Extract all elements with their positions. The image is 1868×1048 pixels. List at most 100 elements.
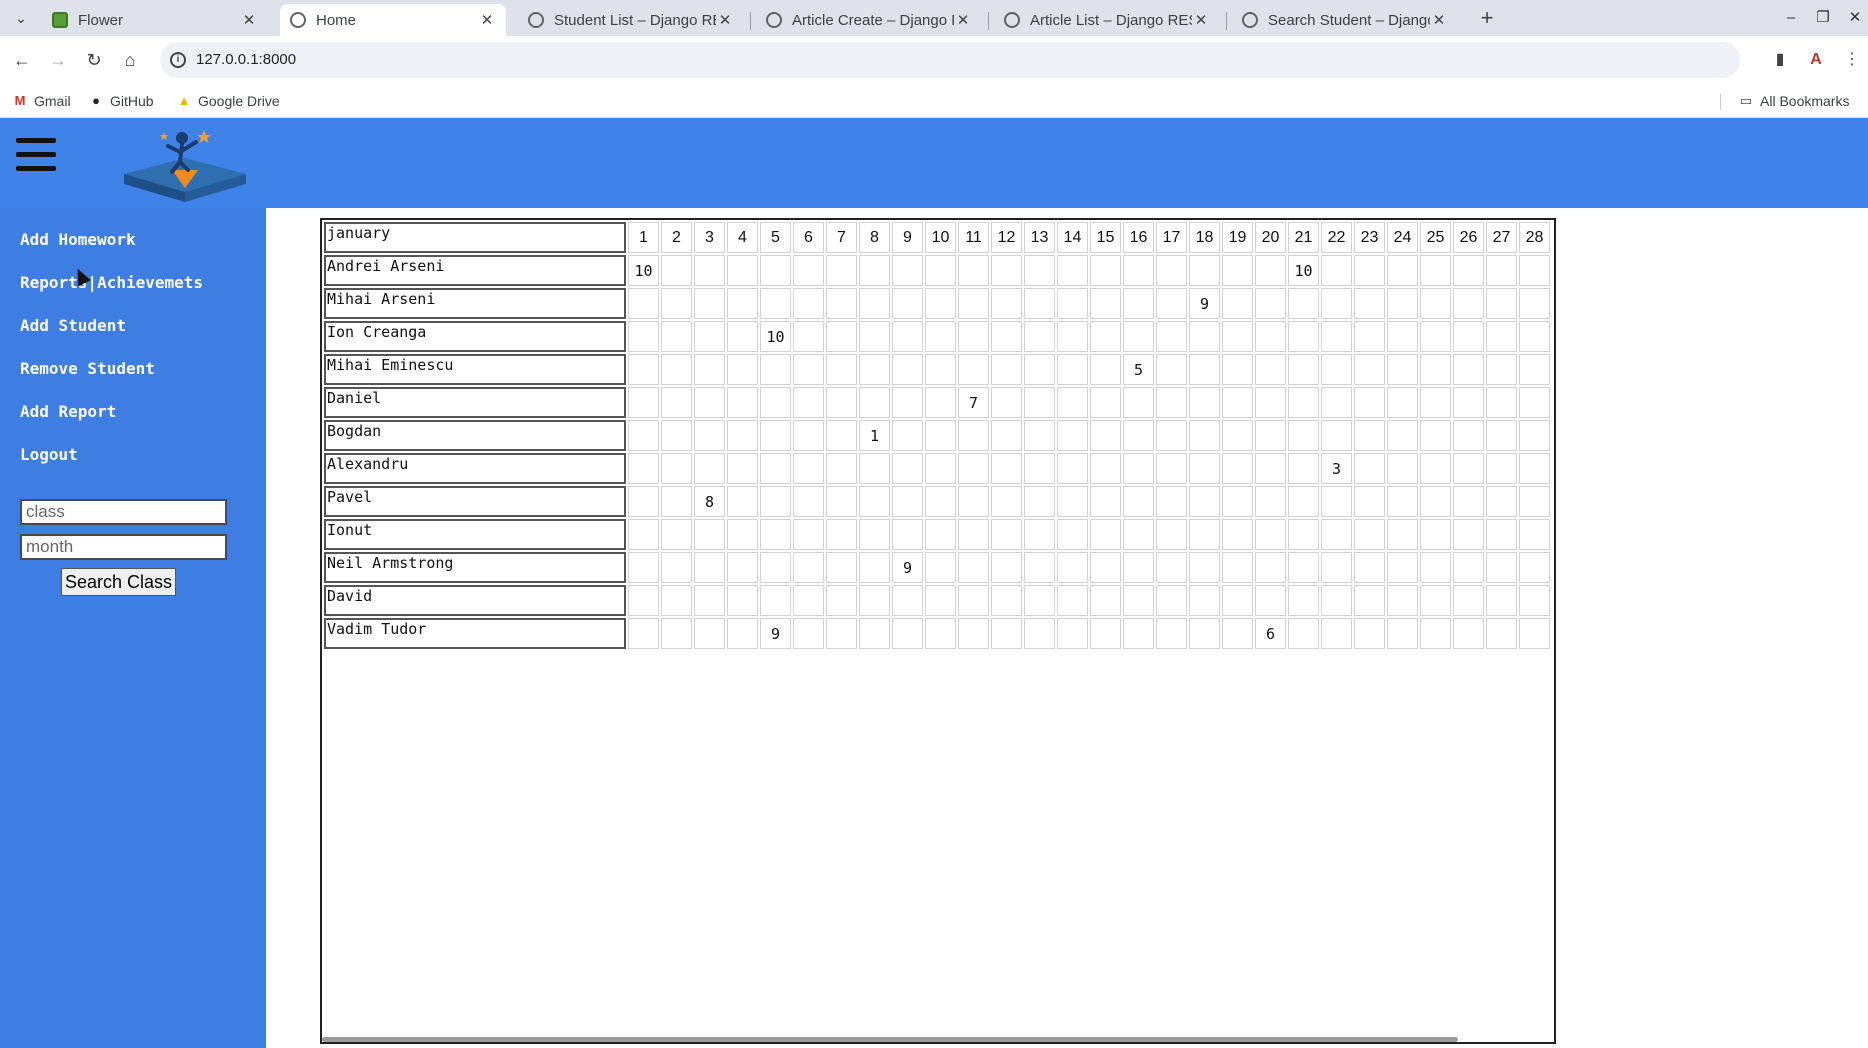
- grade-cell[interactable]: [1387, 486, 1418, 517]
- grade-cell[interactable]: [1354, 453, 1385, 484]
- all-bookmarks-button[interactable]: ▭ All Bookmarks: [1738, 90, 1850, 112]
- grade-cell[interactable]: [925, 585, 956, 616]
- grade-cell[interactable]: [727, 585, 758, 616]
- grade-cell[interactable]: [793, 387, 824, 418]
- grade-cell[interactable]: [1255, 255, 1286, 286]
- grade-cell[interactable]: 9: [892, 552, 923, 583]
- grade-cell[interactable]: [661, 321, 692, 352]
- grade-cell[interactable]: [1288, 453, 1319, 484]
- grade-cell[interactable]: [1453, 321, 1484, 352]
- close-tab-icon[interactable]: ✕: [954, 11, 972, 29]
- grade-cell[interactable]: [793, 420, 824, 451]
- grade-cell[interactable]: [1057, 255, 1088, 286]
- grade-cell[interactable]: [1024, 519, 1055, 550]
- close-window-icon[interactable]: ✕: [1842, 5, 1868, 31]
- grade-cell[interactable]: [958, 288, 989, 319]
- grade-cell[interactable]: [958, 354, 989, 385]
- profile-avatar-icon[interactable]: A: [1805, 49, 1827, 71]
- remove-student-link[interactable]: Remove Student: [20, 359, 155, 378]
- grade-cell[interactable]: [1288, 585, 1319, 616]
- grade-cell[interactable]: [1486, 486, 1517, 517]
- grade-cell[interactable]: [859, 486, 890, 517]
- grade-cell[interactable]: [991, 420, 1022, 451]
- grade-cell[interactable]: [1057, 552, 1088, 583]
- grade-cell[interactable]: [1288, 618, 1319, 649]
- grade-cell[interactable]: [1189, 453, 1220, 484]
- grade-cell[interactable]: [925, 321, 956, 352]
- grade-cell[interactable]: [1123, 321, 1154, 352]
- grade-cell[interactable]: 10: [628, 255, 659, 286]
- grade-cell[interactable]: [892, 618, 923, 649]
- grade-cell[interactable]: [826, 354, 857, 385]
- grade-cell[interactable]: [727, 618, 758, 649]
- grade-cell[interactable]: [859, 585, 890, 616]
- site-info-icon[interactable]: i: [170, 52, 186, 68]
- grade-cell[interactable]: [925, 288, 956, 319]
- grade-cell[interactable]: [760, 552, 791, 583]
- grade-cell[interactable]: [628, 585, 659, 616]
- grade-cell[interactable]: [826, 387, 857, 418]
- grade-cell[interactable]: [1453, 486, 1484, 517]
- grade-cell[interactable]: [1090, 255, 1121, 286]
- grade-cell[interactable]: [1090, 420, 1121, 451]
- grade-cell[interactable]: [1090, 288, 1121, 319]
- grade-cell[interactable]: [1387, 255, 1418, 286]
- close-tab-icon[interactable]: ✕: [240, 11, 258, 29]
- grade-cell[interactable]: [727, 255, 758, 286]
- grade-cell[interactable]: [1123, 552, 1154, 583]
- grade-cell[interactable]: [1321, 618, 1352, 649]
- grade-cell[interactable]: [1288, 519, 1319, 550]
- grade-cell[interactable]: [1519, 420, 1550, 451]
- grade-cell[interactable]: [1255, 420, 1286, 451]
- grade-cell[interactable]: [1453, 354, 1484, 385]
- grade-cell[interactable]: [958, 321, 989, 352]
- grade-cell[interactable]: [1057, 420, 1088, 451]
- restore-icon[interactable]: ❐: [1810, 5, 1836, 31]
- grade-cell[interactable]: [1024, 420, 1055, 451]
- grade-cell[interactable]: [1189, 552, 1220, 583]
- grade-cell[interactable]: [727, 321, 758, 352]
- grade-cell[interactable]: [991, 354, 1022, 385]
- class-input[interactable]: [20, 499, 227, 525]
- grade-cell[interactable]: [628, 420, 659, 451]
- grade-cell[interactable]: [925, 255, 956, 286]
- grade-cell[interactable]: [958, 585, 989, 616]
- grade-cell[interactable]: [1519, 552, 1550, 583]
- grade-cell[interactable]: [1090, 519, 1121, 550]
- grade-cell[interactable]: [1321, 288, 1352, 319]
- grade-cell[interactable]: [694, 552, 725, 583]
- grade-cell[interactable]: [925, 387, 956, 418]
- grade-cell[interactable]: [661, 618, 692, 649]
- grade-cell[interactable]: [1288, 321, 1319, 352]
- grade-cell[interactable]: [1123, 420, 1154, 451]
- grade-cell[interactable]: [1519, 354, 1550, 385]
- grade-cell[interactable]: [1354, 387, 1385, 418]
- grade-cell[interactable]: [1222, 585, 1253, 616]
- grade-cell[interactable]: [1090, 618, 1121, 649]
- grade-cell[interactable]: [727, 420, 758, 451]
- browser-tab[interactable]: Flower ✕: [42, 4, 268, 36]
- grade-cell[interactable]: [991, 618, 1022, 649]
- grade-cell[interactable]: [859, 552, 890, 583]
- grade-cell[interactable]: [859, 321, 890, 352]
- grade-cell[interactable]: [727, 552, 758, 583]
- grade-cell[interactable]: [859, 288, 890, 319]
- side-panel-icon[interactable]: ▮: [1769, 49, 1791, 71]
- search-class-button[interactable]: Search Class: [61, 568, 176, 596]
- grade-cell[interactable]: [661, 552, 692, 583]
- grade-cell[interactable]: [1024, 618, 1055, 649]
- grade-cell[interactable]: [1420, 585, 1451, 616]
- grade-cell[interactable]: [1156, 255, 1187, 286]
- grade-cell[interactable]: [1519, 255, 1550, 286]
- grade-cell[interactable]: [1156, 354, 1187, 385]
- grade-cell[interactable]: [991, 288, 1022, 319]
- grade-cell[interactable]: [1288, 354, 1319, 385]
- grade-cell[interactable]: [1255, 552, 1286, 583]
- grade-cell[interactable]: [1222, 288, 1253, 319]
- grade-cell[interactable]: 7: [958, 387, 989, 418]
- grade-cell[interactable]: [1024, 288, 1055, 319]
- grade-cell[interactable]: [727, 519, 758, 550]
- grade-cell[interactable]: [793, 519, 824, 550]
- grade-cell[interactable]: [859, 618, 890, 649]
- grade-cell[interactable]: [1123, 453, 1154, 484]
